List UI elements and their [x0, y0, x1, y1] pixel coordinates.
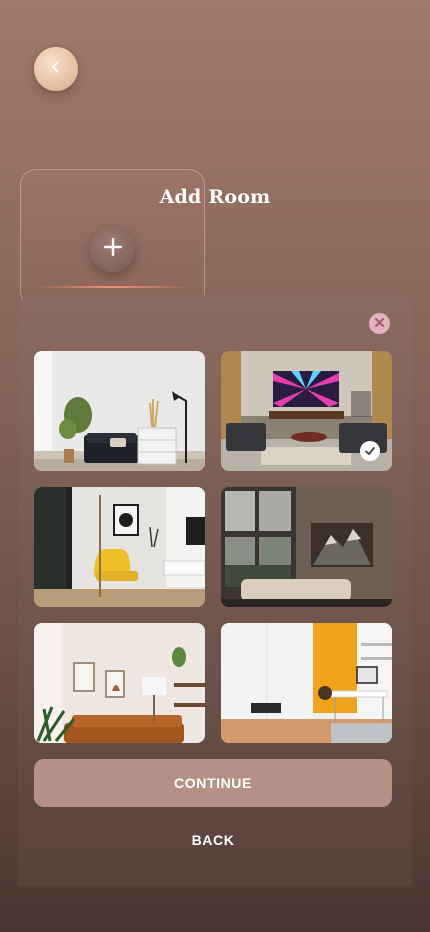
check-icon: [360, 441, 380, 461]
room-image-4[interactable]: [221, 487, 392, 607]
room-image-5[interactable]: [34, 623, 205, 743]
room-image-6[interactable]: [221, 623, 392, 743]
room-image-1[interactable]: [34, 351, 205, 471]
add-room-button[interactable]: [90, 227, 135, 272]
close-button[interactable]: [369, 313, 390, 334]
room-image-2[interactable]: [221, 351, 392, 471]
room-image-3[interactable]: [34, 487, 205, 607]
chevron-left-icon: [49, 60, 63, 79]
back-button[interactable]: [34, 47, 78, 91]
back-link[interactable]: BACK: [34, 826, 392, 854]
continue-button[interactable]: CONTINUE: [34, 759, 392, 807]
add-room-title: Add Room: [159, 186, 271, 208]
close-icon: [374, 315, 385, 333]
plus-icon: [103, 237, 123, 262]
card-divider: [34, 286, 192, 288]
